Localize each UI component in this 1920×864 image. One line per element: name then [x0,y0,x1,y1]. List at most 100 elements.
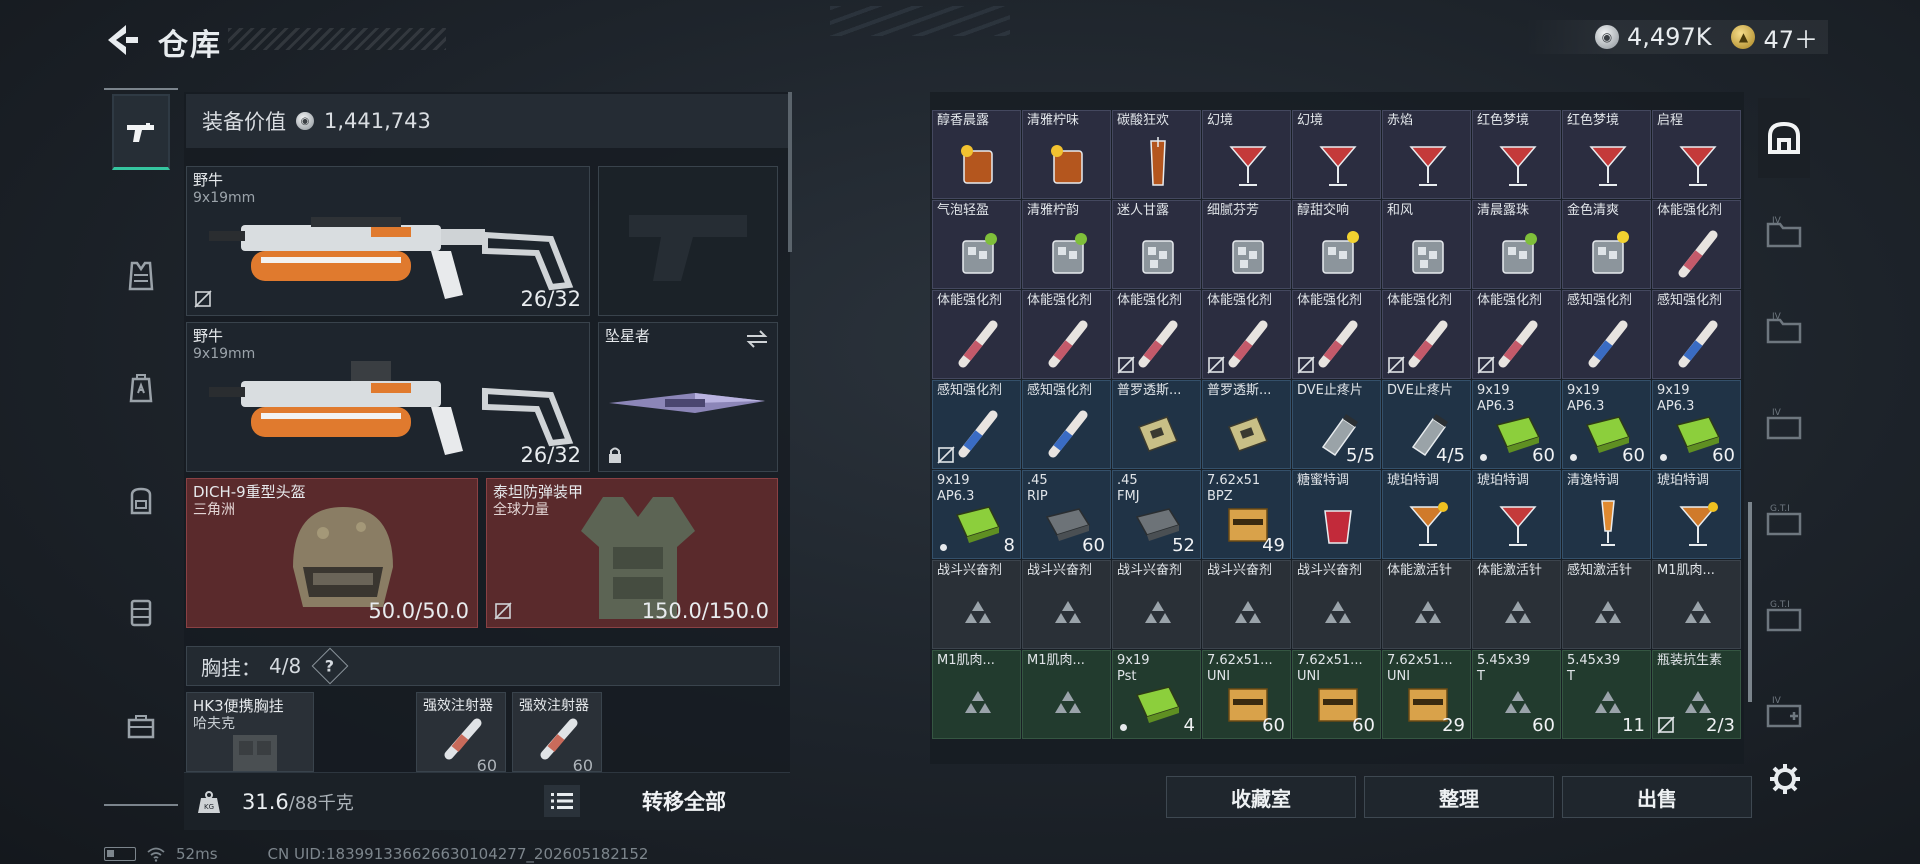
storage-item-cell[interactable]: M1肌肉... [932,650,1021,739]
storage-item-cell[interactable]: 醇香晨露 [932,110,1021,199]
storage-item-cell[interactable]: 清逸特调 [1562,470,1651,559]
storage-item-cell[interactable]: 清雅柠韵 [1022,200,1111,289]
storage-item-cell[interactable]: 9x19 AP6.3 60 [1652,380,1741,469]
storage-item-cell[interactable]: 感知强化剂 [1562,290,1651,379]
tab-backpack[interactable] [112,462,170,538]
tab-container-6[interactable]: IV [1758,672,1810,752]
tab-helmet[interactable] [112,350,170,426]
tab-container-4[interactable]: G.T.I [1758,480,1810,560]
storage-item-cell[interactable]: 幻境 [1292,110,1381,199]
equipment-scrollbar[interactable] [788,92,792,252]
storage-item-cell[interactable]: 迷人甘露 [1112,200,1201,289]
storage-item-cell[interactable]: 7.62x51... UNI 60 [1202,650,1291,739]
rig-item-slot[interactable]: HK3便携胸挂 哈夫克 [186,692,314,772]
storage-item-cell[interactable]: 9x19 AP6.3 60 [1562,380,1651,469]
storage-item-cell[interactable]: 战斗兴奋剂 [1292,560,1381,649]
storage-item-cell[interactable]: 战斗兴奋剂 [932,560,1021,649]
storage-item-cell[interactable]: 体能强化剂 [1292,290,1381,379]
storage-item-cell[interactable]: 9x19 AP6.3 8 [932,470,1021,559]
storage-item-cell[interactable]: 醇甜交响 [1292,200,1381,289]
tab-armor[interactable] [112,238,170,314]
transfer-all-button[interactable]: 转移全部 [594,781,774,821]
storage-item-cell[interactable]: 9x19 Pst 4 [1112,650,1201,739]
tab-container-5[interactable]: G.T.I [1758,576,1810,656]
storage-item-cell[interactable]: 体能强化剂 [1202,290,1291,379]
list-view-button[interactable] [544,785,580,817]
storage-item-cell[interactable]: 9x19 AP6.3 60 [1472,380,1561,469]
storage-item-cell[interactable]: 普罗透斯... [1112,380,1201,469]
storage-item-cell[interactable]: 7.62x51... UNI 60 [1292,650,1381,739]
storage-item-cell[interactable]: 和风 [1382,200,1471,289]
rig-slot-2[interactable]: 强效注射器 60 [512,692,602,772]
storage-item-cell[interactable]: DVE止疼片 4/5 [1382,380,1471,469]
storage-item-cell[interactable]: 琥珀特调 [1472,470,1561,559]
storage-item-cell[interactable]: 感知强化剂 [1022,380,1111,469]
storage-item-cell[interactable]: 体能强化剂 [932,290,1021,379]
storage-item-cell[interactable]: 7.62x51 BPZ 49 [1202,470,1291,559]
storage-item-cell[interactable]: M1肌肉... [1652,560,1741,649]
helmet-slot[interactable]: DICH-9重型头盔 三角洲 50.0/50.0 [186,478,478,628]
storage-item-cell[interactable]: 金色清爽 [1562,200,1651,289]
storage-item-cell[interactable]: 战斗兴奋剂 [1112,560,1201,649]
storage-item-cell[interactable]: DVE止疼片 5/5 [1292,380,1381,469]
tab-case[interactable] [112,688,170,764]
storage-item-cell[interactable]: 体能强化剂 [1112,290,1201,379]
storage-item-cell[interactable]: 幻境 [1202,110,1291,199]
storage-item-cell[interactable]: 体能强化剂 [1472,290,1561,379]
storage-item-cell[interactable]: 气泡轻盈 [932,200,1021,289]
back-arrow-icon[interactable] [100,22,140,58]
currency-gold[interactable]: ▲ 47＋ [1731,20,1818,55]
storage-item-cell[interactable]: 感知强化剂 [932,380,1021,469]
storage-item-cell[interactable]: 体能强化剂 [1652,200,1741,289]
storage-item-cell[interactable]: 7.62x51... UNI 29 [1382,650,1471,739]
storage-item-cell[interactable]: 体能强化剂 [1382,290,1471,379]
storage-item-cell[interactable]: 赤焰 [1382,110,1471,199]
tab-container-2[interactable]: IV [1758,288,1810,368]
storage-item-cell[interactable]: 糖蜜特调 [1292,470,1381,559]
ice-glass-icon [1135,227,1181,279]
storage-item-cell[interactable]: 琥珀特调 [1382,470,1471,559]
swap-icon[interactable] [745,329,769,349]
currency-silver[interactable]: ◉ 4,497K [1595,23,1711,51]
svg-text:IV: IV [1772,696,1782,706]
collection-room-button[interactable]: 收藏室 [1166,776,1356,818]
storage-scrollbar[interactable] [1748,502,1752,702]
storage-item-cell[interactable]: 红色梦境 [1562,110,1651,199]
storage-item-cell[interactable]: M1肌肉... [1022,650,1111,739]
storage-item-cell[interactable]: 体能强化剂 [1022,290,1111,379]
storage-item-cell[interactable]: 体能激活针 [1382,560,1471,649]
storage-item-cell[interactable]: 细腻芬芳 [1202,200,1291,289]
sell-button[interactable]: 出售 [1562,776,1752,818]
tab-main-storage[interactable] [1758,98,1810,178]
storage-item-cell[interactable]: 5.45x39 T 11 [1562,650,1651,739]
storage-item-cell[interactable]: 碳酸狂欢 [1112,110,1201,199]
storage-item-cell[interactable]: 战斗兴奋剂 [1202,560,1291,649]
help-button[interactable]: ? [311,647,349,685]
tab-container-1[interactable]: IV [1758,192,1810,272]
body-armor-slot[interactable]: 泰坦防弹装甲 全球力量 150.0/150.0 [486,478,778,628]
storage-item-cell[interactable]: 红色梦境 [1472,110,1561,199]
rig-slot-1[interactable]: 强效注射器 60 [416,692,506,772]
primary-weapon-slot-1[interactable]: 野牛 9x19mm 26/32 [186,166,590,316]
storage-item-cell[interactable]: 启程 [1652,110,1741,199]
gear-icon[interactable] [1768,762,1802,796]
storage-item-cell[interactable]: 感知激活针 [1562,560,1651,649]
storage-item-cell[interactable]: 琥珀特调 [1652,470,1741,559]
storage-item-cell[interactable]: .45 FMJ 52 [1112,470,1201,559]
primary-weapon-slot-2[interactable]: 野牛 9x19mm 26/32 [186,322,590,472]
storage-item-cell[interactable]: 清雅柠味 [1022,110,1111,199]
tab-rig[interactable] [112,574,170,650]
secondary-weapon-slot[interactable] [598,166,778,316]
melee-slot[interactable]: 坠星者 [598,322,778,472]
storage-item-cell[interactable]: 瓶装抗生素 2/3 [1652,650,1741,739]
organize-button[interactable]: 整理 [1364,776,1554,818]
storage-item-cell[interactable]: 普罗透斯... [1202,380,1291,469]
tab-container-3[interactable]: IV [1758,384,1810,464]
storage-item-cell[interactable]: 清晨露珠 [1472,200,1561,289]
storage-item-cell[interactable]: 感知强化剂 [1652,290,1741,379]
tab-weapons[interactable] [112,94,170,170]
storage-item-cell[interactable]: .45 RIP 60 [1022,470,1111,559]
storage-item-cell[interactable]: 战斗兴奋剂 [1022,560,1111,649]
storage-item-cell[interactable]: 5.45x39 T 60 [1472,650,1561,739]
storage-item-cell[interactable]: 体能激活针 [1472,560,1561,649]
